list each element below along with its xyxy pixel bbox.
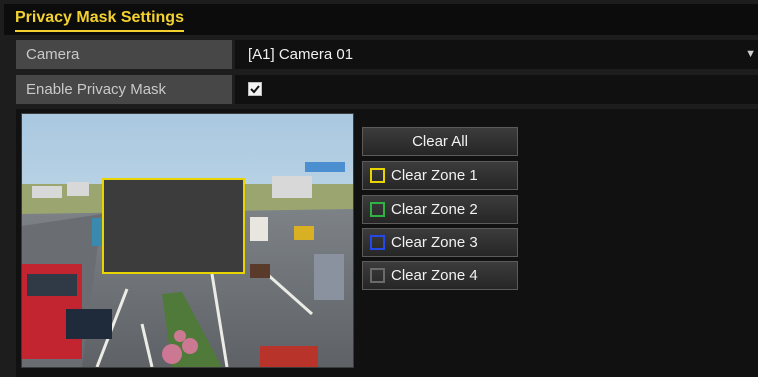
camera-select-value: [A1] Camera 01 xyxy=(248,46,354,63)
clear-zone-3-button[interactable]: Clear Zone 3 xyxy=(362,228,518,257)
camera-select[interactable]: [A1] Camera 01 ▼ xyxy=(235,40,758,69)
enable-privacy-mask-checkbox[interactable] xyxy=(248,82,262,96)
checkmark-icon xyxy=(250,85,260,94)
clear-zone-2-label: Clear Zone 2 xyxy=(391,201,478,218)
enable-privacy-mask-label: Enable Privacy Mask xyxy=(16,75,232,104)
chevron-down-icon: ▼ xyxy=(745,48,756,60)
zone-4-color-swatch xyxy=(370,268,385,283)
clear-zone-3-label: Clear Zone 3 xyxy=(391,234,478,251)
title-bar: Privacy Mask Settings xyxy=(4,4,758,35)
clear-zone-1-button[interactable]: Clear Zone 1 xyxy=(362,161,518,190)
enable-privacy-mask-value xyxy=(235,75,758,104)
privacy-mask-settings-panel: Privacy Mask Settings Camera [A1] Camera… xyxy=(0,0,758,377)
page-title: Privacy Mask Settings xyxy=(15,9,184,32)
clear-zone-4-button[interactable]: Clear Zone 4 xyxy=(362,261,518,290)
camera-label: Camera xyxy=(16,40,232,69)
zone-3-color-swatch xyxy=(370,235,385,250)
privacy-mask-zone-1[interactable] xyxy=(102,178,245,274)
clear-zone-2-button[interactable]: Clear Zone 2 xyxy=(362,195,518,224)
clear-zone-1-label: Clear Zone 1 xyxy=(391,167,478,184)
zone-1-color-swatch xyxy=(370,168,385,183)
clear-zone-4-label: Clear Zone 4 xyxy=(391,267,478,284)
camera-preview[interactable] xyxy=(21,113,354,368)
enable-privacy-mask-row: Enable Privacy Mask xyxy=(16,75,758,104)
clear-all-button[interactable]: Clear All xyxy=(362,127,518,156)
camera-row: Camera [A1] Camera 01 ▼ xyxy=(16,40,758,69)
zone-2-color-swatch xyxy=(370,202,385,217)
